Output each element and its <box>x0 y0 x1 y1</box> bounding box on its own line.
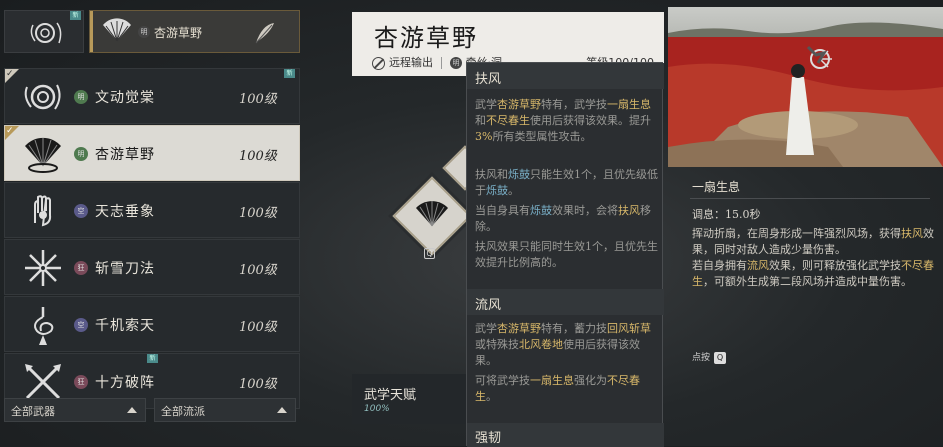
spiral-weapon-icon <box>30 22 62 44</box>
feather-icon <box>255 23 274 44</box>
list-item[interactable]: 空 天志垂象 100级 <box>4 182 300 238</box>
list-item[interactable]: 狂 斩雪刀法 100级 <box>4 239 300 295</box>
filter-bar: 全部武器 全部流派 <box>4 398 300 422</box>
new-tag: 新 <box>284 69 295 78</box>
effect-title: 流风 <box>475 298 502 313</box>
skill-level: 100级 <box>239 206 277 221</box>
key-hint: 点按 Q <box>692 350 727 364</box>
divider <box>690 198 930 199</box>
key-q-hint: Q <box>714 351 727 364</box>
list-item[interactable]: 空 千机索天 100级 <box>4 296 300 352</box>
list-item-selected[interactable]: ✓ 明 杏游草野 100级 <box>4 125 300 181</box>
effect-desc: 扶风和烁鼓只能生效1个，且优先级低于烁鼓。 <box>475 168 658 197</box>
skill-level: 100级 <box>239 149 277 164</box>
preview-skill-name: 一扇生息 <box>692 180 741 194</box>
skill-level: 100级 <box>239 92 277 107</box>
list-item[interactable]: ✓ 明 文动觉棠 100级 新 <box>4 68 300 124</box>
school-badge: 狂 <box>74 375 88 389</box>
snowflake-blade-icon <box>25 250 61 286</box>
skill-level: 100级 <box>239 377 277 392</box>
school-badge: 明 <box>74 147 88 161</box>
weapon-filter-label: 全部武器 <box>11 405 55 418</box>
effect-desc: 扶风效果只能同时生效1个，且优先生效提升比例高的。 <box>475 240 658 269</box>
fan-icon <box>25 137 61 173</box>
school-badge: 空 <box>74 204 88 218</box>
talent-box[interactable]: 武学天赋 100% <box>352 374 472 424</box>
skill-name: 天志垂象 <box>95 204 155 220</box>
new-tag: 新 <box>147 354 158 363</box>
chevron-up-icon <box>277 407 287 413</box>
effect-desc: 当自身具有烁鼓效果时，会将扶风移除。 <box>475 204 651 233</box>
weapon-filter-dropdown[interactable]: 全部武器 <box>4 398 146 422</box>
effect-title: 扶风 <box>475 72 502 87</box>
check-mark: ✓ <box>5 69 19 83</box>
tooltip-section-header: 流风 <box>467 289 664 315</box>
skill-level: 100级 <box>239 320 277 335</box>
fan-icon <box>416 201 448 227</box>
school-badge: 狂 <box>74 261 88 275</box>
school-badge: 明 <box>138 26 150 38</box>
skill-name: 十方破阵 <box>95 375 155 391</box>
skill-description: 挥动折扇，在周身形成一阵强烈风场，获得扶风效果，同时对敌人造成少量伤害。 若自身… <box>692 227 934 288</box>
effect-title: 强韧 <box>475 431 502 446</box>
effect-tooltip: 扶风 武学杏游草野特有，武学技一扇生息和不尽春生使用后获得该效果。提升3%所有类… <box>466 62 664 447</box>
divider <box>441 57 442 69</box>
talent-percent: 100% <box>364 404 390 414</box>
weapon-slot-primary[interactable]: 明 杏游草野 <box>89 10 300 53</box>
page-title: 杏游草野 <box>374 24 478 52</box>
weapon-slot-bar: 新 明 杏游草野 <box>0 10 300 55</box>
school-badge: 空 <box>74 318 88 332</box>
effect-desc: 武学杏游草野特有，蓄力技回风斩草或特殊技北风卷地使用后获得该效果。 <box>475 322 651 367</box>
skill-preview-video[interactable] <box>668 7 943 167</box>
skill-name: 千机索天 <box>95 318 155 334</box>
ban-icon <box>372 56 385 70</box>
tooltip-section-header: 扶风 <box>467 63 664 89</box>
school-filter-label: 全部流派 <box>161 405 205 418</box>
hand-icon <box>34 195 52 227</box>
rope-dart-icon <box>34 307 54 345</box>
preview-scene-image <box>668 7 943 167</box>
chevron-up-icon <box>127 407 137 413</box>
school-filter-dropdown[interactable]: 全部流派 <box>154 398 296 422</box>
spiral-weapon-icon <box>24 84 61 110</box>
check-mark: ✓ <box>5 126 19 140</box>
effect-desc: 武学杏游草野特有，武学技一扇生息和不尽春生使用后获得该效果。提升3%所有类型属性… <box>475 98 651 143</box>
skill-name: 杏游草野 <box>95 147 155 163</box>
new-tag: 新 <box>70 11 81 20</box>
selected-skill-label: 杏游草野 <box>154 26 203 40</box>
weapon-slot-secondary[interactable]: 新 <box>4 10 84 53</box>
skill-name: 文动觉棠 <box>95 90 155 106</box>
key-hint-label: 点按 <box>692 353 711 363</box>
school-badge: 明 <box>74 90 88 104</box>
skill-name: 斩雪刀法 <box>95 261 155 277</box>
fan-icon <box>103 18 131 42</box>
tooltip-section-header: 强韧 <box>467 423 664 447</box>
effect-desc: 可将武学技一扇生息强化为不尽春生。 <box>475 374 640 403</box>
school-badge: 明 <box>450 57 462 69</box>
talent-label: 武学天赋 <box>364 388 417 403</box>
skill-level: 100级 <box>239 263 277 278</box>
key-q-hint: Q <box>424 248 435 259</box>
role-tag: 远程输出 <box>389 56 433 69</box>
cooldown-text: 调息：15.0秒 <box>692 208 761 221</box>
